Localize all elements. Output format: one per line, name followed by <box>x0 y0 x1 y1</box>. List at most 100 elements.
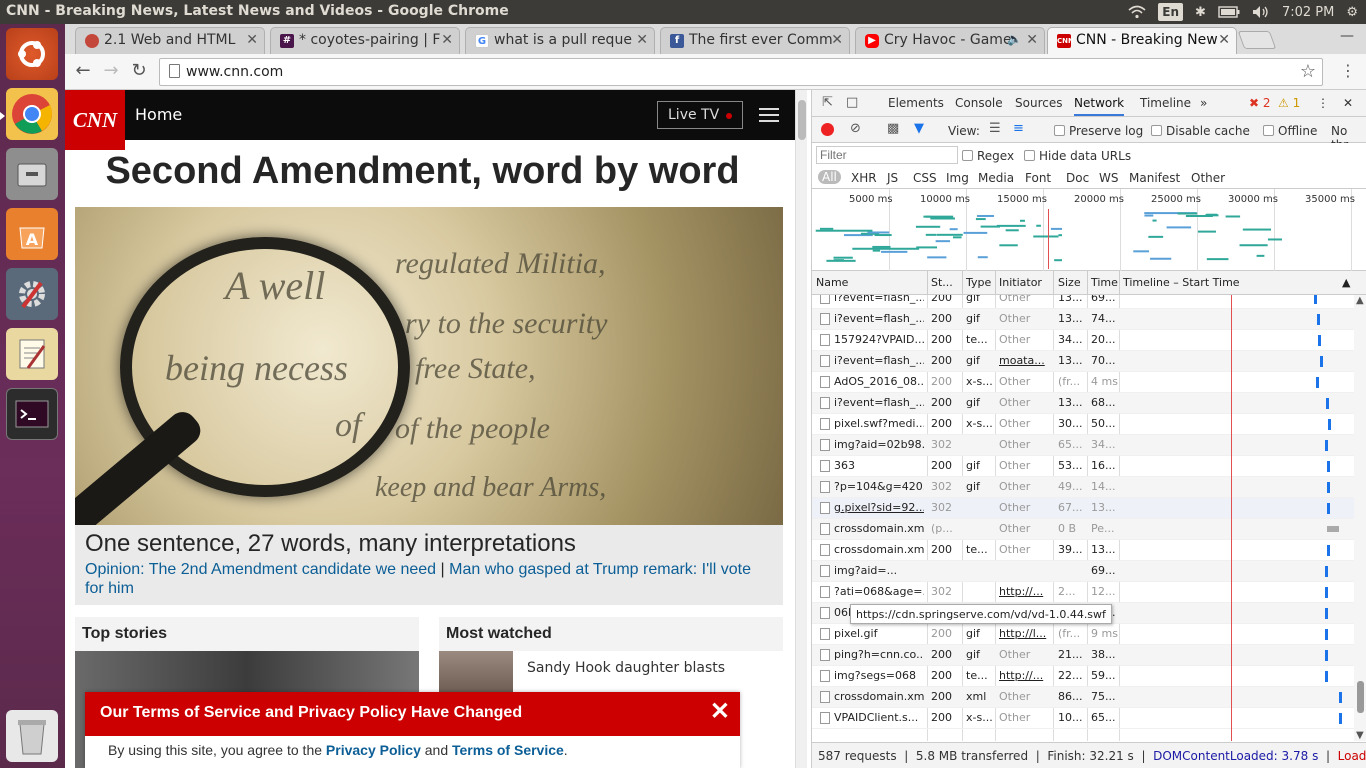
battery-icon[interactable] <box>1218 3 1240 21</box>
type-filter-font[interactable]: Font <box>1025 171 1051 185</box>
hamburger-menu-icon[interactable] <box>759 108 779 126</box>
network-request-row[interactable]: g.pixel?sid=92... 302 Other 67... 13... <box>812 498 1354 519</box>
tab-web-and-html[interactable]: 2.1 Web and HTML ✕ <box>75 27 265 54</box>
tab-timeline[interactable]: Timeline <box>1140 96 1191 110</box>
close-tab-icon[interactable]: ✕ <box>1026 32 1038 48</box>
most-watched-snippet[interactable]: Sandy Hook daughter blasts <box>527 660 725 676</box>
related-link[interactable]: Opinion: The 2nd Amendment candidate we … <box>85 561 436 578</box>
network-request-row[interactable]: ?p=104&g=420... 302 gif Other 49... 14... <box>812 477 1354 498</box>
offline-checkbox[interactable]: Offline <box>1263 124 1317 138</box>
devtools-menu-icon[interactable]: ⋮ <box>1317 96 1329 110</box>
files-icon[interactable] <box>6 148 58 200</box>
type-filter-other[interactable]: Other <box>1191 171 1225 185</box>
type-filter-all[interactable]: All <box>818 170 841 184</box>
ubuntu-dash-icon[interactable] <box>6 28 58 80</box>
address-bar[interactable]: www.cnn.com ☆ <box>159 58 1323 86</box>
network-request-row[interactable]: crossdomain.xml 200 te... Other 39... 13... <box>812 540 1354 561</box>
close-tab-icon[interactable]: ✕ <box>441 32 453 48</box>
type-filter-js[interactable]: JS <box>887 171 898 185</box>
type-filter-doc[interactable]: Doc <box>1066 171 1089 185</box>
sort-ascending-icon[interactable]: ▲ <box>1342 276 1350 289</box>
network-request-row[interactable]: crossdomain.xml (p... Other 0 B Pe... <box>812 519 1354 540</box>
system-settings-icon[interactable] <box>6 268 58 320</box>
network-request-row[interactable]: i?event=flash_... 200 gif Other 13... 74... <box>812 309 1354 330</box>
disable-cache-checkbox[interactable]: Disable cache <box>1151 124 1250 138</box>
wifi-icon[interactable] <box>1128 3 1146 21</box>
text-editor-icon[interactable] <box>6 328 58 380</box>
more-tabs-icon[interactable]: » <box>1200 96 1207 110</box>
terms-of-service-link[interactable]: Terms of Service <box>452 742 564 758</box>
close-tab-icon[interactable]: ✕ <box>246 32 258 48</box>
network-request-row[interactable]: AdOS_2016_08... 200 x-s... Other (fr... 4 ms <box>812 372 1354 393</box>
network-request-row[interactable]: crossdomain.xml 200 xml Other 86... 75... <box>812 687 1354 708</box>
inspect-element-icon[interactable]: ⇱ <box>822 95 833 110</box>
type-filter-media[interactable]: Media <box>978 171 1014 185</box>
tab-sources[interactable]: Sources <box>1015 96 1062 110</box>
network-request-row[interactable]: img?aid=02b98... 302 Other 65... 34... <box>812 435 1354 456</box>
col-size[interactable]: Size <box>1058 276 1081 289</box>
most-watched-heading[interactable]: Most watched <box>439 617 783 651</box>
device-toolbar-icon[interactable]: □ <box>846 95 858 110</box>
close-tab-icon[interactable]: ✕ <box>636 32 648 48</box>
network-request-row[interactable]: ?ati=068&age=... 302 http://... 2... 12... <box>812 582 1354 603</box>
forward-arrow-icon[interactable]: → <box>99 60 123 81</box>
hide-data-urls-checkbox[interactable]: Hide data URLs <box>1024 149 1131 163</box>
type-filter-img[interactable]: Img <box>946 171 969 185</box>
network-request-row[interactable]: i?event=flash_... 200 gif Other 13... 69... <box>812 295 1354 309</box>
tab-coyotes-pairing[interactable]: # * coyotes-pairing | F ✕ <box>270 27 460 54</box>
record-icon[interactable] <box>821 123 834 136</box>
scroll-up-icon[interactable]: ▲ <box>1356 295 1364 306</box>
type-filter-ws[interactable]: WS <box>1099 171 1118 185</box>
page-info-icon[interactable] <box>169 64 180 78</box>
network-request-row[interactable]: VPAIDClient.s... 200 x-s... Other 10... 65... <box>812 708 1354 729</box>
preserve-log-checkbox[interactable]: Preserve log <box>1054 124 1143 138</box>
bookmark-star-icon[interactable]: ☆ <box>1300 61 1316 82</box>
tab-cry-havoc[interactable]: ▶ Cry Havoc - Game 🔈 ✕ <box>855 27 1045 54</box>
tab-network[interactable]: Network <box>1074 96 1125 116</box>
col-type[interactable]: Type <box>966 276 991 289</box>
overview-icon[interactable]: ≡ <box>1013 121 1024 136</box>
clear-icon[interactable]: ⊘ <box>850 121 861 136</box>
top-stories-heading[interactable]: Top stories <box>75 617 419 651</box>
tab-elements[interactable]: Elements <box>888 96 944 110</box>
live-tv-button[interactable]: Live TV <box>657 101 743 129</box>
network-request-row[interactable]: 157924?VPAID... 200 te... Other 34... 20... <box>812 330 1354 351</box>
page-scrollbar-thumb[interactable] <box>798 100 806 140</box>
col-initiator[interactable]: Initiator <box>999 276 1042 289</box>
large-rows-icon[interactable]: ☰ <box>989 121 1001 136</box>
warning-count[interactable]: ⚠ 1 <box>1278 96 1300 110</box>
software-center-icon[interactable]: A <box>6 208 58 260</box>
caption-title[interactable]: One sentence, 27 words, many interpretat… <box>85 530 576 558</box>
bluetooth-icon[interactable]: ✱ <box>1195 3 1206 21</box>
close-tab-icon[interactable]: ✕ <box>831 32 843 48</box>
tab-cnn[interactable]: CNN CNN - Breaking New ✕ <box>1047 27 1237 54</box>
type-filter-manifest[interactable]: Manifest <box>1129 171 1180 185</box>
tab-facebook[interactable]: f The first ever Comm ✕ <box>660 27 850 54</box>
chrome-menu-icon[interactable]: ⋮ <box>1340 61 1356 80</box>
privacy-policy-link[interactable]: Privacy Policy <box>326 742 421 758</box>
error-count[interactable]: ✖ 2 <box>1249 96 1271 110</box>
network-overview[interactable]: 5000 ms 10000 ms 15000 ms 20000 ms 25000… <box>812 189 1366 271</box>
volume-icon[interactable] <box>1252 3 1270 21</box>
trash-icon[interactable] <box>6 710 58 762</box>
network-request-row[interactable]: ping?h=cnn.co... 200 gif Other 21... 38... <box>812 645 1354 666</box>
chrome-icon[interactable] <box>6 88 58 140</box>
capture-screenshots-icon[interactable]: ▩ <box>887 121 899 136</box>
close-devtools-icon[interactable]: ✕ <box>1343 96 1353 110</box>
page-scrollbar[interactable] <box>795 90 807 768</box>
back-arrow-icon[interactable]: ← <box>71 60 95 81</box>
tab-console[interactable]: Console <box>955 96 1003 110</box>
hero-image[interactable]: A well regulated Militia, ry to the secu… <box>75 207 783 525</box>
network-request-row[interactable]: 363 200 gif Other 53... 16... <box>812 456 1354 477</box>
network-request-row[interactable]: img?segs=068 200 te... http://... 22... 59... <box>812 666 1354 687</box>
type-filter-xhr[interactable]: XHR <box>851 171 877 185</box>
tab-pull-request-search[interactable]: G what is a pull reque ✕ <box>465 27 655 54</box>
network-request-row[interactable]: pixel.gif 200 gif http://l... (fr... 9 ms <box>812 624 1354 645</box>
network-request-row[interactable]: i?event=flash_... 200 gif Other 13... 68... <box>812 393 1354 414</box>
filter-input[interactable] <box>816 146 958 164</box>
close-banner-icon[interactable]: ✕ <box>710 700 730 724</box>
reload-icon[interactable]: ↻ <box>127 60 151 81</box>
cnn-logo[interactable]: CNN <box>65 90 125 150</box>
headline[interactable]: Second Amendment, word by word <box>65 150 780 193</box>
scrollbar-thumb[interactable] <box>1357 681 1364 713</box>
